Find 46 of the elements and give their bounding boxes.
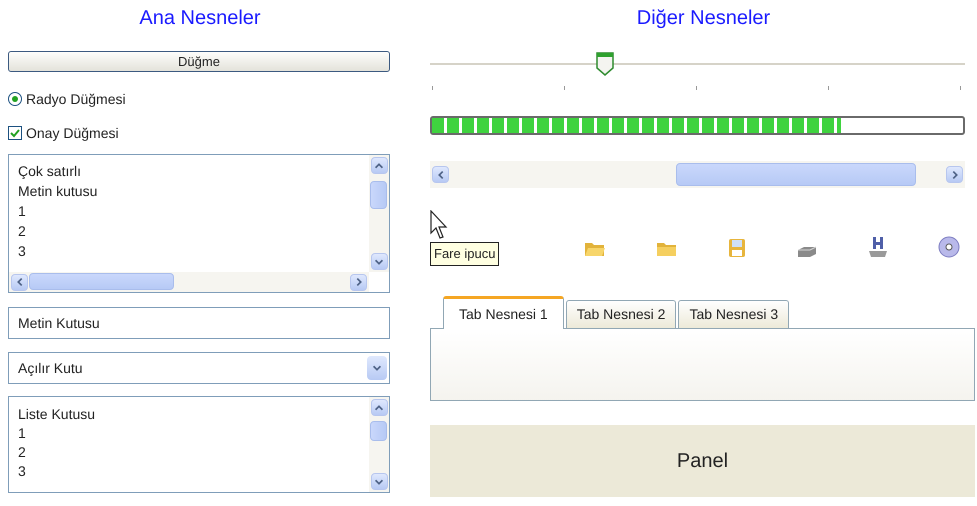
scroll-down-button[interactable]: [370, 253, 388, 270]
scroll-right-button[interactable]: [946, 166, 963, 183]
tab[interactable]: Tab Nesnesi 3: [678, 300, 790, 328]
tab[interactable]: Tab Nesnesi 2: [566, 300, 676, 328]
text-line: 2: [18, 222, 27, 241]
slider-thumb[interactable]: [596, 52, 614, 76]
scroll-left-button[interactable]: [11, 274, 28, 290]
horizontal-scrollbar[interactable]: [430, 161, 965, 188]
scroll-up-button[interactable]: [370, 399, 388, 416]
text-line: Çok satırlı: [18, 162, 82, 181]
combo-box[interactable]: Açılır Kutu: [8, 352, 390, 384]
list-item[interactable]: Liste Kutusu: [18, 405, 369, 424]
scrollbar-thumb[interactable]: [676, 163, 916, 186]
text-line: 1: [18, 202, 27, 221]
text-field[interactable]: Metin Kutusu: [8, 307, 390, 339]
scroll-down-button[interactable]: [370, 473, 388, 490]
scrollbar-thumb[interactable]: [370, 421, 387, 441]
checkbox-label: Onay Düğmesi: [26, 124, 119, 143]
list-item[interactable]: 1: [18, 424, 369, 443]
radio-label: Radyo Düğmesi: [26, 90, 126, 109]
section-title: Diğer Nesneler: [636, 6, 772, 31]
list-item[interactable]: 3: [18, 462, 369, 481]
dropdown-button[interactable]: [367, 356, 387, 380]
scrollbar-thumb[interactable]: [29, 273, 174, 290]
radio-button[interactable]: [8, 92, 22, 106]
network-computer-icon[interactable]: [868, 236, 888, 258]
vertical-scrollbar[interactable]: [369, 397, 389, 492]
checkbox[interactable]: [8, 126, 22, 140]
tab[interactable]: Tab Nesnesi 1: [443, 296, 564, 329]
drive-icon[interactable]: [796, 246, 818, 258]
tooltip: Fare ipucu: [430, 242, 500, 266]
text-line: 3: [18, 242, 27, 261]
vertical-scrollbar[interactable]: [369, 155, 389, 272]
multiline-text-box[interactable]: Çok satırlı Metin kutusu 1 2 3: [8, 154, 390, 293]
text-line: Metin kutusu: [18, 182, 98, 201]
push-button[interactable]: Düğme: [8, 51, 390, 72]
scroll-left-button[interactable]: [432, 166, 449, 183]
section-title: Ana Nesneler: [138, 6, 262, 31]
panel: Panel: [430, 425, 975, 497]
scrollbar-thumb[interactable]: [370, 181, 387, 209]
list-item[interactable]: 2: [18, 443, 369, 462]
mouse-pointer-icon: [430, 210, 448, 240]
scroll-right-button[interactable]: [350, 274, 367, 290]
scroll-up-button[interactable]: [370, 157, 388, 174]
list-box[interactable]: Liste Kutusu 1 2 3: [8, 396, 390, 493]
cd-icon[interactable]: [938, 236, 960, 258]
